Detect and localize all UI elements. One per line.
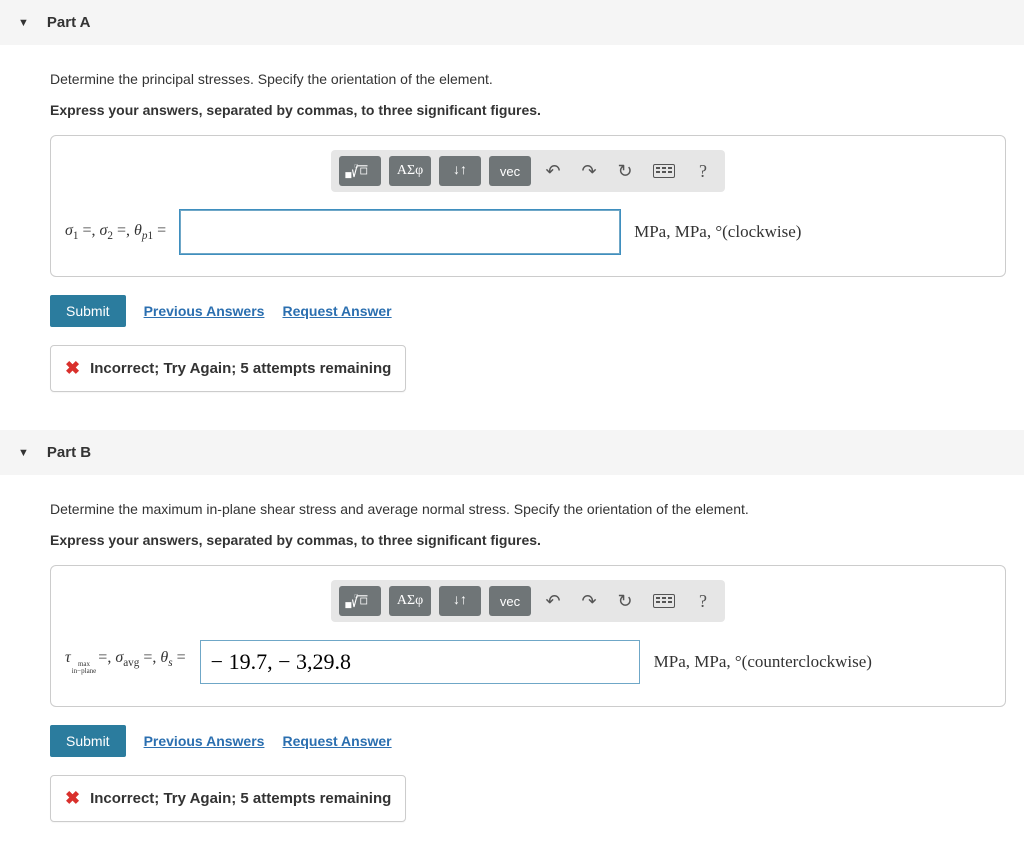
previous-answers-link[interactable]: Previous Answers	[144, 303, 265, 319]
part-b-units: MPa, MPa, °(counterclockwise)	[654, 652, 872, 672]
request-answer-link[interactable]: Request Answer	[282, 733, 391, 749]
reset-button[interactable]: ↻	[611, 586, 639, 616]
keyboard-icon	[653, 594, 675, 608]
part-a-header[interactable]: ▼ Part A	[0, 0, 1024, 45]
part-b-prompt1: Determine the maximum in-plane shear str…	[50, 499, 1006, 520]
help-button[interactable]: ?	[689, 586, 717, 616]
reset-button[interactable]: ↻	[611, 156, 639, 186]
part-a: ▼ Part A Determine the principal stresse…	[0, 0, 1024, 410]
greek-button[interactable]: ΑΣφ	[389, 156, 431, 186]
vec-button[interactable]: vec	[489, 156, 531, 186]
part-b-feedback: ✖ Incorrect; Try Again; 5 attempts remai…	[50, 775, 406, 822]
keyboard-icon	[653, 164, 675, 178]
part-a-units: MPa, MPa, °(clockwise)	[634, 222, 801, 242]
previous-answers-link[interactable]: Previous Answers	[144, 733, 265, 749]
template-icon: □	[345, 591, 375, 611]
part-b-header[interactable]: ▼ Part B	[0, 430, 1024, 475]
part-b-prompt2: Express your answers, separated by comma…	[50, 530, 1006, 551]
redo-button[interactable]: ↷	[575, 156, 603, 186]
part-a-answer-input[interactable]	[180, 210, 620, 254]
subsuper-button[interactable]: ↓↑	[439, 156, 481, 186]
request-answer-link[interactable]: Request Answer	[282, 303, 391, 319]
part-b-equation-row: τmaxin−plane=, σavg =, θs = MPa, MPa, °(…	[65, 640, 991, 684]
part-a-actions: Submit Previous Answers Request Answer	[50, 295, 1006, 327]
undo-button[interactable]: ↶	[539, 156, 567, 186]
part-b-title: Part B	[47, 444, 91, 461]
template-button[interactable]: □	[339, 156, 381, 186]
submit-button[interactable]: Submit	[50, 295, 126, 327]
part-a-prompt1: Determine the principal stresses. Specif…	[50, 69, 1006, 90]
part-b: ▼ Part B Determine the maximum in-plane …	[0, 430, 1024, 840]
help-button[interactable]: ?	[689, 156, 717, 186]
part-b-answer-input[interactable]	[200, 640, 640, 684]
subsuper-button[interactable]: ↓↑	[439, 586, 481, 616]
part-b-lhs: τmaxin−plane=, σavg =, θs =	[65, 649, 186, 675]
vec-button[interactable]: vec	[489, 586, 531, 616]
part-b-feedback-text: Incorrect; Try Again; 5 attempts remaini…	[90, 790, 391, 807]
part-a-equation-row: σ1 =, σ2 =, θp1 = MPa, MPa, °(clockwise)	[65, 210, 991, 254]
part-a-body: Determine the principal stresses. Specif…	[0, 45, 1024, 410]
template-button[interactable]: □	[339, 586, 381, 616]
part-a-feedback-text: Incorrect; Try Again; 5 attempts remaini…	[90, 360, 391, 377]
caret-down-icon: ▼	[18, 17, 29, 29]
part-b-actions: Submit Previous Answers Request Answer	[50, 725, 1006, 757]
undo-button[interactable]: ↶	[539, 586, 567, 616]
part-a-title: Part A	[47, 14, 91, 31]
incorrect-icon: ✖	[65, 788, 80, 809]
part-a-answer-box: □ ΑΣφ ↓↑ vec ↶ ↷ ↻ ? σ	[50, 135, 1006, 277]
part-b-body: Determine the maximum in-plane shear str…	[0, 475, 1024, 840]
part-a-feedback: ✖ Incorrect; Try Again; 5 attempts remai…	[50, 345, 406, 392]
keyboard-button[interactable]	[647, 156, 681, 186]
submit-button[interactable]: Submit	[50, 725, 126, 757]
redo-button[interactable]: ↷	[575, 586, 603, 616]
keyboard-button[interactable]	[647, 586, 681, 616]
equation-toolbar: □ ΑΣφ ↓↑ vec ↶ ↷ ↻ ?	[331, 150, 725, 192]
template-icon: □	[345, 161, 375, 181]
part-a-prompt2: Express your answers, separated by comma…	[50, 100, 1006, 121]
part-b-answer-box: □ ΑΣφ ↓↑ vec ↶ ↷ ↻ ? τ	[50, 565, 1006, 707]
greek-button[interactable]: ΑΣφ	[389, 586, 431, 616]
equation-toolbar: □ ΑΣφ ↓↑ vec ↶ ↷ ↻ ?	[331, 580, 725, 622]
caret-down-icon: ▼	[18, 447, 29, 459]
incorrect-icon: ✖	[65, 358, 80, 379]
part-a-lhs: σ1 =, σ2 =, θp1 =	[65, 222, 166, 242]
